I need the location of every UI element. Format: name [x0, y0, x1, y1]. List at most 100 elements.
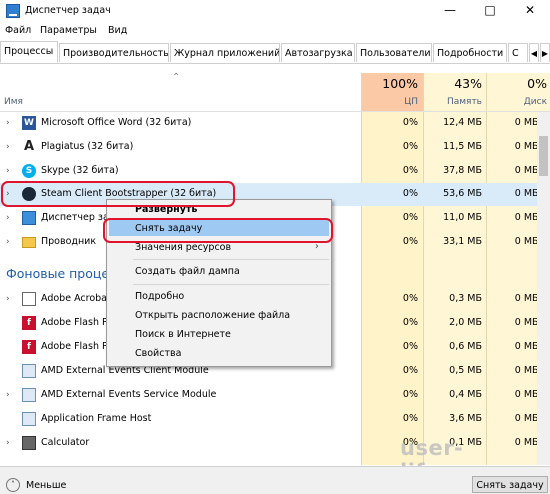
table-row[interactable]: Application Frame Host 0% 3,6 МБ 0 МБ/с: [0, 408, 550, 431]
chevron-up-icon[interactable]: ˄: [6, 478, 20, 492]
expand-chevron-icon[interactable]: ›: [6, 213, 10, 223]
memory-value: 2,0 МБ: [449, 317, 482, 328]
memory-value: 0,4 МБ: [449, 389, 482, 400]
column-header-memory[interactable]: Память: [424, 97, 482, 107]
process-name: Skype (32 бита): [41, 165, 119, 176]
memory-value: 12,4 МБ: [443, 117, 482, 128]
tab-scroll-left-icon[interactable]: ◀: [529, 43, 539, 62]
cpu-value: 0%: [402, 413, 418, 424]
table-row[interactable]: › S Skype (32 бита) 0% 37,8 МБ 0 МБ/с: [0, 160, 550, 183]
plagiatus-icon: A: [23, 139, 35, 154]
process-name: Plagiatus (32 бита): [41, 141, 134, 152]
memory-value: 53,6 МБ: [443, 188, 482, 199]
cpu-value: 0%: [402, 293, 418, 304]
menu-item-open-location[interactable]: Открыть расположение файла: [135, 310, 290, 321]
adobe-acrobat-icon: [22, 292, 36, 306]
service-icon: [22, 364, 36, 378]
cpu-value: 0%: [402, 389, 418, 400]
memory-value: 0,5 МБ: [449, 365, 482, 376]
column-header-cpu[interactable]: ЦП: [362, 97, 418, 107]
tab-bar: Процессы Производительность Журнал прило…: [0, 41, 550, 64]
memory-total[interactable]: 43%: [424, 76, 482, 91]
scrollbar-thumb[interactable]: [539, 136, 548, 176]
cpu-value: 0%: [402, 188, 418, 199]
tab-services[interactable]: С: [508, 43, 528, 62]
process-name: Adobe Flash P: [41, 317, 108, 328]
process-name: Диспетчер за: [41, 212, 109, 223]
expand-chevron-icon[interactable]: ›: [6, 166, 10, 176]
menu-separator: [133, 259, 329, 260]
menu-bar: Файл Параметры Вид: [0, 22, 550, 40]
menu-item-create-dump[interactable]: Создать файл дампа: [135, 266, 240, 277]
memory-value: 0,3 МБ: [449, 293, 482, 304]
annotation-box-end-task: [103, 218, 333, 243]
disk-total[interactable]: 0%: [487, 76, 547, 91]
memory-value: 11,5 МБ: [443, 141, 482, 152]
sort-up-icon: ⌃: [172, 72, 181, 83]
cpu-value: 0%: [402, 212, 418, 223]
column-header-disk[interactable]: Диск: [487, 97, 547, 107]
adobe-flash-icon: f: [22, 316, 36, 330]
menu-options[interactable]: Параметры: [40, 25, 97, 36]
tab-performance[interactable]: Производительность: [59, 43, 169, 62]
column-header-name[interactable]: Имя: [4, 97, 23, 107]
cpu-value: 0%: [402, 117, 418, 128]
task-manager-app-icon: [6, 4, 20, 18]
table-row[interactable]: › W Microsoft Office Word (32 бита) 0% 1…: [0, 112, 550, 135]
word-icon: W: [22, 116, 36, 130]
background-processes-heading: Фоновые проце: [6, 266, 110, 281]
adobe-flash-icon: f: [22, 340, 36, 354]
tab-details[interactable]: Подробности: [433, 43, 507, 62]
process-name: Calculator: [41, 437, 90, 448]
process-name: AMD External Events Service Module: [41, 389, 217, 400]
memory-value: 11,0 МБ: [443, 212, 482, 223]
memory-value: 33,1 МБ: [443, 236, 482, 247]
memory-value: 3,6 МБ: [449, 413, 482, 424]
table-row[interactable]: › A Plagiatus (32 бита) 0% 11,5 МБ 0 МБ/…: [0, 136, 550, 159]
process-name: Microsoft Office Word (32 бита): [41, 117, 192, 128]
tab-processes[interactable]: Процессы: [0, 41, 58, 63]
service-icon: [22, 412, 36, 426]
task-manager-icon: [22, 211, 36, 225]
menu-view[interactable]: Вид: [108, 25, 127, 36]
table-row[interactable]: › AMD External Events Service Module 0% …: [0, 384, 550, 407]
menu-item-details[interactable]: Подробно: [135, 291, 184, 302]
process-name: Adobe Acroba: [41, 293, 107, 304]
expand-chevron-icon[interactable]: ›: [6, 237, 10, 247]
process-name: Application Frame Host: [41, 413, 152, 424]
tab-users[interactable]: Пользователи: [356, 43, 432, 62]
fewer-details-link[interactable]: Меньше: [26, 480, 66, 491]
maximize-button[interactable]: □: [470, 0, 510, 22]
calculator-icon: [22, 436, 36, 450]
memory-value: 37,8 МБ: [443, 165, 482, 176]
minimize-button[interactable]: —: [430, 0, 470, 22]
expand-chevron-icon[interactable]: ›: [6, 438, 10, 448]
cpu-value: 0%: [402, 365, 418, 376]
end-task-button[interactable]: Снять задачу: [472, 476, 548, 493]
tab-app-history[interactable]: Журнал приложений: [170, 43, 280, 62]
close-button[interactable]: ✕: [510, 0, 550, 22]
window-title: Диспетчер задач: [25, 5, 111, 16]
expand-chevron-icon[interactable]: ›: [6, 390, 10, 400]
skype-icon: S: [22, 164, 36, 178]
annotation-box-steam: [1, 181, 235, 207]
expand-chevron-icon[interactable]: ›: [6, 118, 10, 128]
process-name: Adobe Flash P: [41, 341, 108, 352]
menu-item-search-online[interactable]: Поиск в Интернете: [135, 329, 231, 340]
expand-chevron-icon[interactable]: ›: [6, 142, 10, 152]
title-bar: Диспетчер задач — □ ✕: [0, 0, 550, 22]
menu-item-resource-values[interactable]: Значения ресурсов: [135, 242, 231, 253]
tab-startup[interactable]: Автозагрузка: [281, 43, 355, 62]
tab-scroll-right-icon[interactable]: ▶: [540, 43, 550, 62]
menu-file[interactable]: Файл: [5, 25, 31, 36]
status-bar: [0, 466, 550, 494]
cpu-value: 0%: [402, 236, 418, 247]
cpu-value: 0%: [402, 165, 418, 176]
memory-value: 0,6 МБ: [449, 341, 482, 352]
cpu-total[interactable]: 100%: [362, 76, 418, 91]
menu-item-properties[interactable]: Свойства: [135, 348, 181, 359]
process-name: Проводник: [41, 236, 97, 247]
expand-chevron-icon[interactable]: ›: [6, 294, 10, 304]
cpu-value: 0%: [402, 141, 418, 152]
menu-separator: [133, 284, 329, 285]
